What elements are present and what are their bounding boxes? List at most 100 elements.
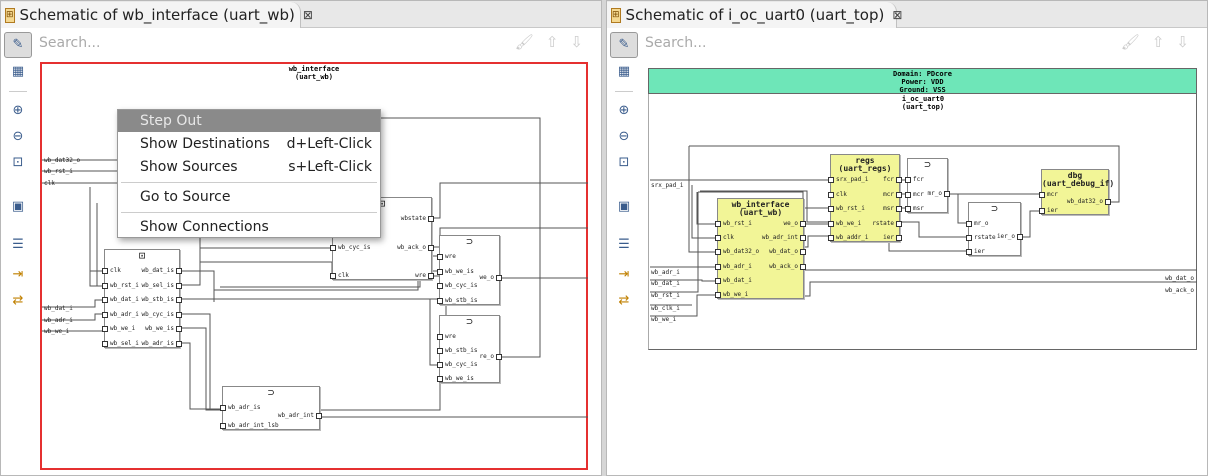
port[interactable]: wb_adr_i	[102, 311, 139, 318]
port[interactable]: ier	[1039, 207, 1058, 214]
port[interactable]: wb_we_is	[437, 375, 474, 382]
port[interactable]: ier_o	[997, 233, 1024, 240]
port[interactable]: wb_sel_is	[141, 282, 182, 289]
port[interactable]: re_o	[480, 353, 503, 360]
port[interactable]: mcr	[883, 191, 902, 198]
port[interactable]: clk	[330, 272, 349, 279]
edit-mode-button[interactable]: ✎	[610, 32, 638, 58]
gate-block[interactable]: ⊃ mr_o rstate ier ier_o	[965, 202, 1024, 256]
port[interactable]: mr_o	[928, 190, 951, 197]
port[interactable]: wb_adr_is	[141, 340, 182, 347]
port[interactable]: wb_rst_i	[715, 220, 752, 227]
zoom-out-icon[interactable]: ⊖	[613, 127, 635, 147]
close-tab-icon[interactable]: ⊠	[892, 8, 902, 22]
port[interactable]: ier	[883, 234, 902, 241]
zoom-fit-icon[interactable]: ⊡	[7, 153, 29, 173]
port[interactable]: wb_adr_is	[220, 404, 261, 411]
close-tab-icon[interactable]: ⊠	[303, 8, 313, 22]
port[interactable]: wb_we_is	[437, 268, 474, 275]
port[interactable]: wb_rst_i	[102, 282, 139, 289]
tab-left-schematic[interactable]: ⊞ Schematic of wb_interface (uart_wb) ⊠	[1, 2, 313, 28]
port[interactable]: wb_stb_is	[437, 297, 478, 304]
step-into-icon[interactable]: ⇥	[7, 265, 29, 285]
port[interactable]: ier	[966, 248, 985, 255]
port[interactable]: wb_cyc_is	[141, 311, 182, 318]
port[interactable]: srx_pad_i	[828, 176, 869, 183]
port[interactable]: wb_dat32_o	[714, 248, 759, 256]
dbg-block[interactable]: dbg (uart_debug_if) mcr ier wb_dat32_o	[1039, 169, 1114, 215]
port[interactable]: wb_ack_o	[769, 263, 806, 270]
port[interactable]: wbstate	[401, 215, 435, 222]
port[interactable]: clk	[102, 267, 121, 274]
port[interactable]: wb_ack_o	[397, 244, 434, 251]
zoom-in-icon[interactable]: ⊕	[7, 101, 29, 121]
sync-icon[interactable]: ⇄	[7, 291, 29, 311]
port[interactable]: fcr	[905, 176, 924, 183]
up-arrow-icon[interactable]: ⇧	[546, 33, 571, 51]
port[interactable]: wb_dat_i	[102, 296, 139, 304]
port[interactable]: wre	[437, 253, 456, 260]
menu-item-show-sources[interactable]: Show Sources s+Left-Click	[118, 156, 380, 178]
info-button[interactable]: ▦	[7, 62, 29, 82]
port[interactable]: msr	[905, 205, 924, 212]
port[interactable]: wb_adr_i	[715, 263, 752, 270]
menu-item-go-to-source[interactable]: Go to Source	[118, 186, 380, 208]
port[interactable]: wb_cyc_is	[330, 244, 371, 251]
clear-icon[interactable]: 🖌	[1121, 33, 1152, 51]
save-icon[interactable]: ▣	[7, 197, 29, 217]
port[interactable]: wb_we_i	[827, 220, 861, 227]
port[interactable]: wb_adr_int	[762, 234, 807, 242]
port[interactable]: we_o	[784, 220, 807, 227]
port[interactable]: clk	[828, 191, 847, 198]
port[interactable]: wb_adr_int_lsb	[220, 422, 279, 429]
port[interactable]: wb_cyc_is	[437, 282, 478, 290]
down-arrow-icon[interactable]: ⇩	[570, 33, 595, 51]
wb-interface-block[interactable]: wb_interface (uart_wb) wb_rst_i clk wb_dat32…	[714, 198, 807, 299]
port[interactable]: fcr	[883, 176, 902, 183]
menu-item-show-destinations[interactable]: Show Destinations d+Left-Click	[118, 133, 380, 155]
port[interactable]: wb_addr_i	[828, 234, 869, 241]
port[interactable]: wb_adr_int	[278, 412, 323, 419]
menu-item-show-connections[interactable]: Show Connections	[118, 216, 380, 238]
port[interactable]: wre	[415, 272, 434, 279]
zoom-fit-icon[interactable]: ⊡	[613, 153, 635, 173]
port[interactable]: wb_we_is	[145, 325, 182, 333]
port[interactable]: wb_cyc_is	[437, 361, 478, 368]
up-arrow-icon[interactable]: ⇧	[1152, 33, 1177, 51]
port[interactable]: wb_dat_is	[141, 267, 182, 274]
sync-icon[interactable]: ⇄	[613, 291, 635, 311]
save-icon[interactable]: ▣	[613, 197, 635, 217]
port[interactable]: wb_stb_is	[141, 296, 182, 304]
gate-block[interactable]: ⊃ wre wb_stb_is wb_cyc_is wb_we_is re_o	[437, 315, 503, 383]
menu-item-step-out[interactable]: Step Out	[118, 110, 380, 132]
clear-icon[interactable]: 🖌	[515, 33, 546, 51]
edit-mode-button[interactable]: ✎	[4, 32, 32, 58]
regs-block[interactable]: regs (uart_regs) srx_pad_i clk wb_rst_i wb_we…	[827, 154, 902, 242]
tab-right-schematic[interactable]: ⊞ Schematic of i_oc_uart0 (uart_top) ⊠	[607, 2, 902, 28]
info-button[interactable]: ▦	[613, 62, 635, 82]
zoom-out-icon[interactable]: ⊖	[7, 127, 29, 147]
port[interactable]: wb_we_i	[714, 291, 748, 298]
port[interactable]: mcr	[1039, 191, 1058, 198]
port[interactable]: rstate	[872, 220, 902, 227]
port[interactable]: we_o	[480, 274, 503, 281]
down-arrow-icon[interactable]: ⇩	[1176, 33, 1201, 51]
gate-block[interactable]: ⊃ fcr mcr msr mr_o	[905, 158, 951, 213]
list-icon[interactable]: ☰	[613, 235, 635, 255]
port[interactable]: wb_sel_i	[102, 340, 139, 347]
port[interactable]: mcr	[905, 191, 924, 198]
gate-block[interactable]: ⊃ wb_adr_is wb_adr_int_lsb wb_adr_int	[220, 386, 323, 430]
port[interactable]: msr	[883, 205, 902, 212]
port[interactable]: wb_stb_is	[437, 347, 478, 354]
zoom-in-icon[interactable]: ⊕	[613, 101, 635, 121]
port[interactable]: wb_rst_i	[828, 205, 865, 212]
port[interactable]: rstate	[966, 234, 996, 241]
flip-flop-block[interactable]: ⊡ clk wb_rst_i wb_dat_i wb_adr_i wb_we_i wb_se…	[101, 249, 182, 348]
port[interactable]: wre	[437, 333, 456, 340]
step-into-icon[interactable]: ⇥	[613, 265, 635, 285]
port[interactable]: clk	[715, 234, 734, 242]
list-icon[interactable]: ☰	[7, 235, 29, 255]
port[interactable]: wb_we_i	[101, 325, 135, 333]
port[interactable]: mr_o	[965, 220, 988, 227]
gate-block[interactable]: ⊃ wre wb_we_is wb_cyc_is wb_stb_is we_o	[437, 235, 503, 305]
